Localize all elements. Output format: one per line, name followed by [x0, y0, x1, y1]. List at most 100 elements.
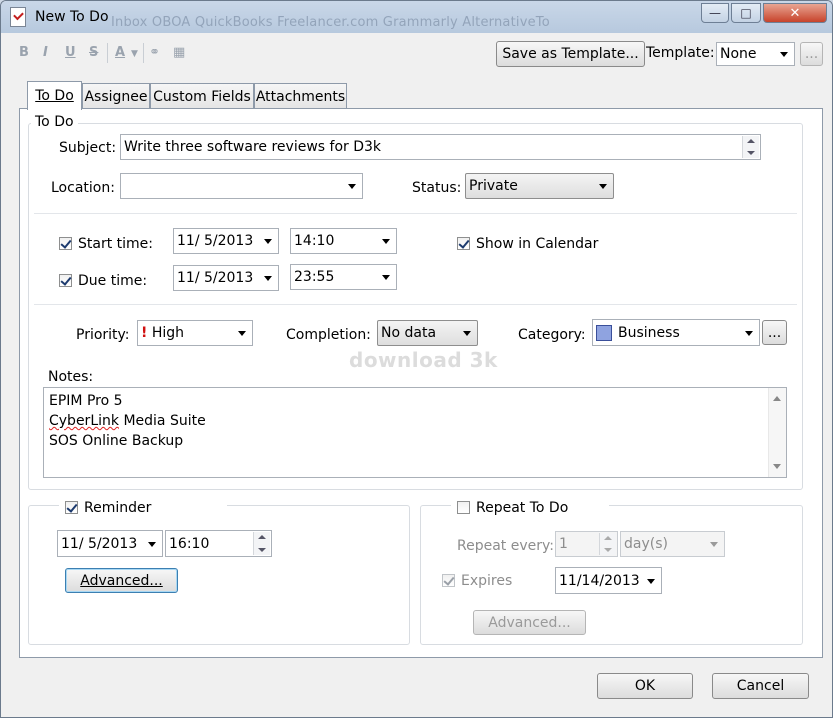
location-select[interactable] [120, 173, 363, 199]
bold-icon[interactable]: B [19, 45, 29, 60]
template-more-button[interactable]: ... [800, 42, 823, 66]
reminder-checkbox[interactable] [65, 501, 78, 514]
tab-assignee[interactable]: Assignee [82, 83, 150, 109]
repeat-unit-select[interactable]: day(s) [620, 531, 725, 557]
subject-value: Write three software reviews for D3k [124, 139, 382, 155]
repeat-label: Repeat To Do [476, 500, 569, 516]
category-label: Category: [518, 327, 586, 343]
due-date-picker[interactable]: 11/ 5/2013 [173, 265, 279, 291]
cancel-button[interactable]: Cancel [712, 673, 809, 699]
font-color-dropdown-icon[interactable]: ▼ [131, 49, 138, 59]
status-value: Private [469, 178, 518, 194]
chevron-down-icon [264, 239, 272, 244]
download3k-watermark: download 3k [349, 348, 498, 372]
reminder-time-value: 16:10 [169, 535, 210, 552]
repeat-every-value: 1 [559, 536, 568, 552]
tab-attachments[interactable]: Attachments [254, 83, 347, 109]
repeat-every-stepper[interactable]: 1 [555, 531, 618, 557]
maximize-icon: □ [740, 6, 752, 20]
minimize-button[interactable]: — [701, 3, 729, 23]
chevron-down-icon [238, 331, 246, 336]
divider [34, 304, 797, 305]
tab-custom-fields[interactable]: Custom Fields [150, 83, 254, 109]
chevron-down-icon [382, 275, 390, 280]
repeat-unit-value: day(s) [624, 536, 668, 552]
save-as-template-button[interactable]: Save as Template... [496, 41, 645, 67]
chevron-down-icon [599, 184, 607, 189]
start-date-picker[interactable]: 11/ 5/2013 [173, 228, 279, 254]
time-stepper-icon[interactable] [253, 532, 270, 555]
category-color-swatch [596, 324, 612, 341]
subject-label: Subject: [59, 140, 117, 156]
completion-select[interactable]: No data [377, 320, 478, 346]
ok-button[interactable]: OK [597, 673, 693, 699]
divider [34, 213, 797, 214]
priority-value: High [151, 325, 185, 341]
close-button[interactable]: ✕ [763, 3, 827, 23]
notes-textarea[interactable]: EPIM Pro 5 CyberLink Media Suite SOS Onl… [43, 387, 787, 478]
subject-spin-icon[interactable] [742, 136, 759, 158]
notes-line: EPIM Pro 5 [49, 393, 123, 409]
expires-date-picker[interactable]: 11/14/2013 [555, 567, 662, 594]
notes-label: Notes: [48, 369, 94, 385]
priority-label: Priority: [76, 327, 130, 343]
show-in-calendar-checkbox[interactable] [457, 237, 470, 250]
new-todo-window: Inbox OBOA QuickBooks Freelancer.com Gra… [0, 0, 833, 718]
high-priority-icon: ! [141, 325, 148, 341]
repeat-every-label: Repeat every: [457, 538, 554, 554]
notes-scrollbar[interactable] [768, 388, 786, 477]
chevron-down-icon [264, 276, 272, 281]
template-value: None [720, 46, 757, 62]
repeat-advanced-button[interactable]: Advanced... [473, 610, 586, 635]
tab-custom-fields-label: Custom Fields [153, 88, 251, 105]
todo-group-title: To Do [31, 114, 78, 130]
chevron-down-icon [348, 184, 356, 189]
maximize-button[interactable]: □ [731, 3, 761, 23]
status-select[interactable]: Private [465, 173, 614, 199]
repeat-stepper-icon[interactable] [599, 533, 616, 555]
expires-label: Expires [461, 573, 513, 589]
template-label: Template: [646, 45, 715, 61]
template-select[interactable]: None [716, 42, 795, 66]
tab-todo[interactable]: To Do [27, 81, 82, 110]
location-label: Location: [51, 180, 115, 196]
strikethrough-icon[interactable]: S [89, 45, 98, 60]
start-time-select[interactable]: 14:10 [290, 228, 397, 254]
chevron-down-icon [780, 52, 788, 57]
start-time-value: 14:10 [294, 233, 335, 249]
minimize-icon: — [709, 6, 721, 20]
reminder-date-picker[interactable]: 11/ 5/2013 [57, 530, 163, 557]
due-time-select[interactable]: 23:55 [290, 264, 397, 290]
expires-checkbox[interactable] [442, 574, 455, 587]
calendar-icon[interactable]: ▦ [173, 45, 185, 60]
category-select[interactable]: Business [592, 319, 760, 346]
title-bar[interactable]: Inbox OBOA QuickBooks Freelancer.com Gra… [1, 1, 832, 33]
due-time-value: 23:55 [294, 269, 335, 285]
chevron-down-icon [710, 542, 718, 547]
repeat-checkbox[interactable] [457, 501, 470, 514]
underline-icon[interactable]: U [65, 45, 76, 60]
reminder-date-value: 11/ 5/2013 [61, 535, 138, 552]
due-time-checkbox[interactable] [59, 274, 72, 287]
notes-line: CyberLink Media Suite [49, 413, 206, 429]
due-date-value: 11/ 5/2013 [177, 270, 254, 286]
start-time-checkbox[interactable] [59, 237, 72, 250]
chevron-down-icon [148, 541, 156, 547]
reminder-advanced-label: Advanced... [80, 572, 163, 589]
italic-icon[interactable]: I [43, 45, 48, 60]
toolbar-separator [107, 43, 108, 63]
subject-input[interactable]: Write three software reviews for D3k [120, 134, 761, 160]
category-more-button[interactable]: ... [762, 320, 787, 345]
priority-select[interactable]: ! High [137, 320, 253, 346]
font-color-icon[interactable]: A [115, 45, 125, 60]
category-value: Business [618, 324, 680, 341]
reminder-advanced-button[interactable]: Advanced... [65, 568, 178, 593]
format-toolbar: B I U S A ▼ ⚭ ▦ Save as Template... Temp… [9, 39, 824, 71]
close-icon: ✕ [789, 5, 801, 21]
notes-line-text: CyberLink [49, 413, 119, 429]
reminder-time-stepper[interactable]: 16:10 [165, 530, 272, 557]
chevron-down-icon [382, 239, 390, 244]
chevron-down-icon [463, 331, 471, 336]
tab-todo-label: To Do [35, 88, 74, 104]
link-icon[interactable]: ⚭ [149, 45, 160, 60]
